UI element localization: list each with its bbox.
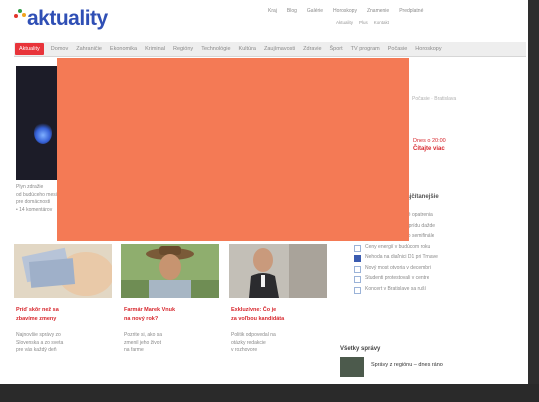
card-summary-1: Najnovšie správy zo Slovenska a zo sveta…: [16, 332, 112, 355]
top-link[interactable]: Blog: [287, 8, 297, 14]
menu-item[interactable]: Zaujímavosti: [260, 46, 299, 52]
sidebar-promo[interactable]: Dnes o 20:00 Čítajte viac: [413, 137, 446, 153]
sub-link[interactable]: Kontakt: [374, 20, 389, 25]
card-summary-line: na farme: [124, 347, 144, 353]
orange-overlay-block: [57, 58, 409, 241]
latest-item[interactable]: Správy z regiónu – dnes ráno: [371, 362, 443, 368]
card-summary-line: Politik odpovedal na: [231, 332, 276, 338]
bullet-icon: [354, 276, 361, 283]
card-title-line: zbavíme zmeny: [16, 316, 57, 322]
list-item-text: Študenti protestovali v centre: [365, 275, 430, 281]
list-item-text: Ceny energií v budúcom roku: [365, 243, 431, 250]
menu-item[interactable]: Kriminal: [141, 46, 169, 52]
top-link[interactable]: Znamenie: [367, 8, 389, 14]
menu-item[interactable]: Zahraničie: [72, 46, 106, 52]
top-link[interactable]: Predplatné: [399, 8, 423, 14]
latest-heading: Všetky správy: [340, 346, 381, 352]
main-story-line: od budúceho mesiaca: [16, 191, 60, 198]
top-link[interactable]: Horoskopy: [333, 8, 357, 14]
politician-photo-illustration: [229, 244, 327, 298]
card-title-line: za voľbou kandidáta: [231, 316, 285, 322]
card-summary-line: Pozrite si, ako sa: [124, 332, 163, 338]
card-summary-2: Pozrite si, ako sa zmenil jeho život na …: [124, 332, 220, 355]
card-summary-line: zmenil jeho život: [124, 339, 161, 346]
menu-item[interactable]: Ekonomika: [106, 46, 141, 52]
main-story-text[interactable]: Plyn zdražie od budúceho mesiaca pre dom…: [16, 184, 60, 214]
gas-flame-graphic: [34, 122, 52, 144]
menu-item[interactable]: Šport: [326, 46, 347, 52]
main-menu: Aktuality Domov Zahraničie Ekonomika Kri…: [14, 42, 526, 57]
card-title-1[interactable]: Príď skôr než sa zbavíme zmeny: [16, 306, 112, 324]
card-title-line: Exkluzívne: Čo je: [231, 307, 277, 313]
card-title-line: Príď skôr než sa: [16, 307, 59, 313]
card-image-3[interactable]: [229, 244, 327, 298]
sidebar-promo-title: Čítajte viac: [413, 146, 445, 152]
list-item[interactable]: Študenti protestovali v centre: [354, 275, 526, 283]
card-summary-line: v rozhovore: [231, 347, 258, 353]
list-item[interactable]: Koncert v Bratislave sa ruší: [354, 286, 526, 294]
screen-edge-bottom: [0, 384, 539, 402]
menu-item[interactable]: Regióny: [169, 46, 197, 52]
list-item-text: Koncert v Bratislave sa ruší: [365, 285, 426, 292]
bullet-icon: [354, 255, 361, 262]
sub-link[interactable]: Aktuality: [336, 20, 353, 25]
money-hand-illustration: [14, 244, 112, 298]
menu-item-aktuality[interactable]: Aktuality: [15, 43, 44, 55]
main-story-image[interactable]: [16, 66, 60, 180]
menu-item[interactable]: Technológie: [197, 46, 234, 52]
list-item-text: Nehoda na diaľnici D1 pri Trnave: [365, 254, 438, 260]
card-summary-line: Slovenska a zo sveta: [16, 339, 64, 346]
logo-text: aktuality: [27, 7, 108, 30]
main-story-line: pre domácnosti: [16, 199, 51, 205]
card-image-1[interactable]: [14, 244, 112, 298]
bullet-icon: [354, 286, 361, 294]
main-story-line: • 14 komentárov: [16, 206, 53, 213]
menu-item[interactable]: TV program: [347, 46, 384, 52]
list-item-text: Nový most otvoria v decembri: [365, 264, 431, 271]
top-link[interactable]: Galérie: [307, 8, 323, 14]
sub-links: Aktuality Plus Kontakt: [336, 20, 389, 25]
menu-item[interactable]: Kultúra: [235, 46, 260, 52]
site-logo[interactable]: aktuality: [14, 6, 108, 32]
top-link[interactable]: Kraj: [268, 8, 277, 14]
screen-edge-right: [528, 0, 539, 402]
menu-item[interactable]: Počasie: [384, 46, 412, 52]
card-title-line: na nový rok?: [124, 316, 159, 322]
card-image-2[interactable]: [121, 244, 219, 298]
main-story-line: Plyn zdražie: [16, 184, 44, 190]
card-summary-line: otázky redakcie: [231, 339, 266, 346]
card-summary-3: Politik odpovedal na otázky redakcie v r…: [231, 332, 327, 355]
list-item[interactable]: Nový most otvoria v decembri: [354, 265, 526, 273]
list-item[interactable]: Nehoda na diaľnici D1 pri Trnave: [354, 254, 526, 262]
card-summary-line: pre vás každý deň: [16, 347, 57, 353]
menu-item[interactable]: Domov: [47, 46, 72, 52]
card-title-3[interactable]: Exkluzívne: Čo je za voľbou kandidáta: [231, 306, 327, 324]
bullet-icon: [354, 244, 361, 252]
logo-dots-icon: [14, 9, 26, 21]
card-title-2[interactable]: Farmár Marek Vnuk na nový rok?: [124, 306, 220, 324]
menu-item[interactable]: Zdravie: [299, 46, 325, 52]
card-summary-line: Najnovšie správy zo: [16, 332, 61, 338]
sidebar-faint-text: Počasie · Bratislava: [412, 96, 457, 102]
latest-thumbnail[interactable]: [340, 357, 364, 377]
card-title-line: Farmár Marek Vnuk: [124, 307, 176, 313]
bullet-icon: [354, 265, 361, 273]
sub-link[interactable]: Plus: [359, 20, 368, 25]
top-links: Kraj Blog Galérie Horoskopy Znamenie Pre…: [268, 8, 423, 14]
farmer-photo-illustration: [121, 244, 219, 298]
menu-item[interactable]: Horoskopy: [411, 46, 445, 52]
list-item[interactable]: Ceny energií v budúcom roku: [354, 244, 526, 252]
sidebar-promo-label: Dnes o 20:00: [413, 138, 446, 144]
